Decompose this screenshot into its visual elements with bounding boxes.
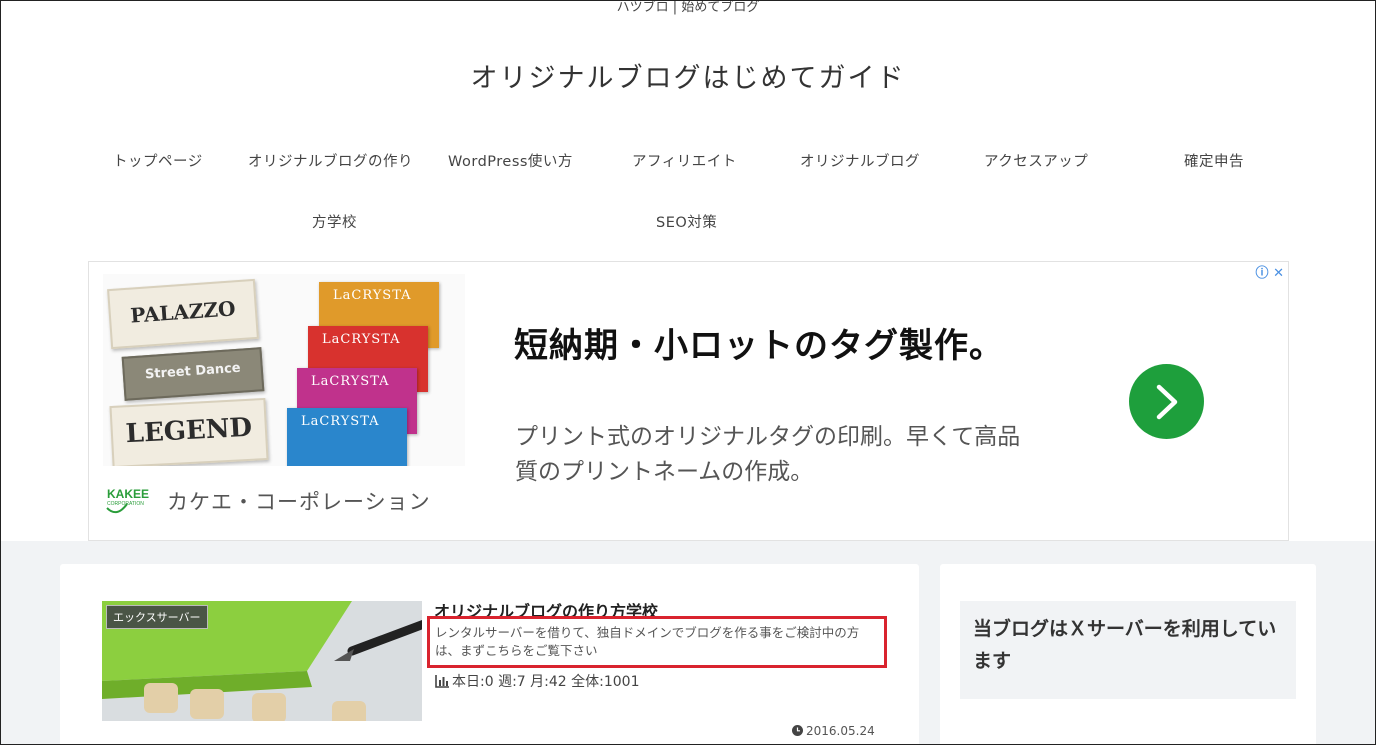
nav-item-original-blog[interactable]: オリジナルブログ [800, 150, 920, 171]
sidebar-widget-heading: 当ブログはＸサーバーを利用しています [960, 601, 1296, 699]
tag-card-blue: LaCRYSTA [287, 408, 407, 466]
ad-description[interactable]: プリント式のオリジナルタグの印刷。早くて高品質のプリントネームの作成。 [515, 420, 1025, 490]
highlight-annotation-box [427, 616, 887, 668]
clock-icon [792, 725, 803, 739]
post-card[interactable]: エックスサーバー オリジナルブログの作り方学校 レンタルサーバーを借りて、独自ド… [60, 564, 919, 754]
bar-chart-icon [435, 674, 450, 692]
nav-item-top-page[interactable]: トップページ [113, 150, 203, 171]
ad-company-name[interactable]: カケエ・コーポレーション [167, 486, 431, 516]
kakee-logo-subtext: CORPORATION [107, 501, 144, 507]
nav-item-access-up[interactable]: アクセスアップ [984, 150, 1088, 171]
post-date: 2016.05.24 [792, 724, 875, 739]
post-date-text: 2016.05.24 [806, 724, 875, 738]
fabric-label-legend: LEGEND [109, 397, 269, 466]
ad-product-image[interactable]: PALAZZO Street Dance LEGEND LaCRYSTA LaC… [103, 274, 465, 466]
sidebar-widget: 当ブログはＸサーバーを利用しています [940, 564, 1316, 754]
site-tagline: ハツブロ | 始めてブログ [616, 0, 760, 15]
fabric-label-street-dance: Street Dance [121, 347, 265, 401]
nav-item-affiliate[interactable]: アフィリエイト [632, 150, 737, 171]
nav-item-seo[interactable]: SEO対策 [656, 211, 717, 232]
nav-item-wordpress[interactable]: WordPress使い方 [448, 150, 573, 171]
ad-headline[interactable]: 短納期・小ロットのタグ製作。 [514, 318, 1004, 367]
kakee-logo-text: KAKEE [107, 487, 149, 501]
sidebar-heading-text: 当ブログはＸサーバーを利用しています [973, 618, 1277, 672]
post-stats: 本日:0 週:7 月:42 全体:1001 [435, 671, 639, 692]
ad-cta-button[interactable] [1129, 364, 1204, 439]
ad-banner[interactable]: PALAZZO Street Dance LEGEND LaCRYSTA LaC… [88, 261, 1289, 541]
chevron-right-icon [1156, 384, 1178, 420]
category-badge[interactable]: エックスサーバー [106, 605, 208, 629]
nav-item-original-blog-making[interactable]: オリジナルブログの作り [248, 150, 413, 171]
kakee-logo: KAKEE CORPORATION [105, 484, 153, 518]
close-icon[interactable]: ✕ [1273, 266, 1284, 281]
fabric-label-palazzo: PALAZZO [107, 278, 259, 350]
ad-choices[interactable]: ⓘ ✕ [1256, 262, 1284, 281]
post-thumbnail[interactable]: エックスサーバー [102, 601, 422, 721]
nav-item-tax-return[interactable]: 確定申告 [1184, 150, 1244, 171]
site-title[interactable]: オリジナルブログはじめてガイド [0, 56, 1376, 95]
nav-item-school[interactable]: 方学校 [312, 211, 357, 232]
info-icon[interactable]: ⓘ [1256, 266, 1269, 281]
post-stats-text: 本日:0 週:7 月:42 全体:1001 [452, 674, 640, 690]
